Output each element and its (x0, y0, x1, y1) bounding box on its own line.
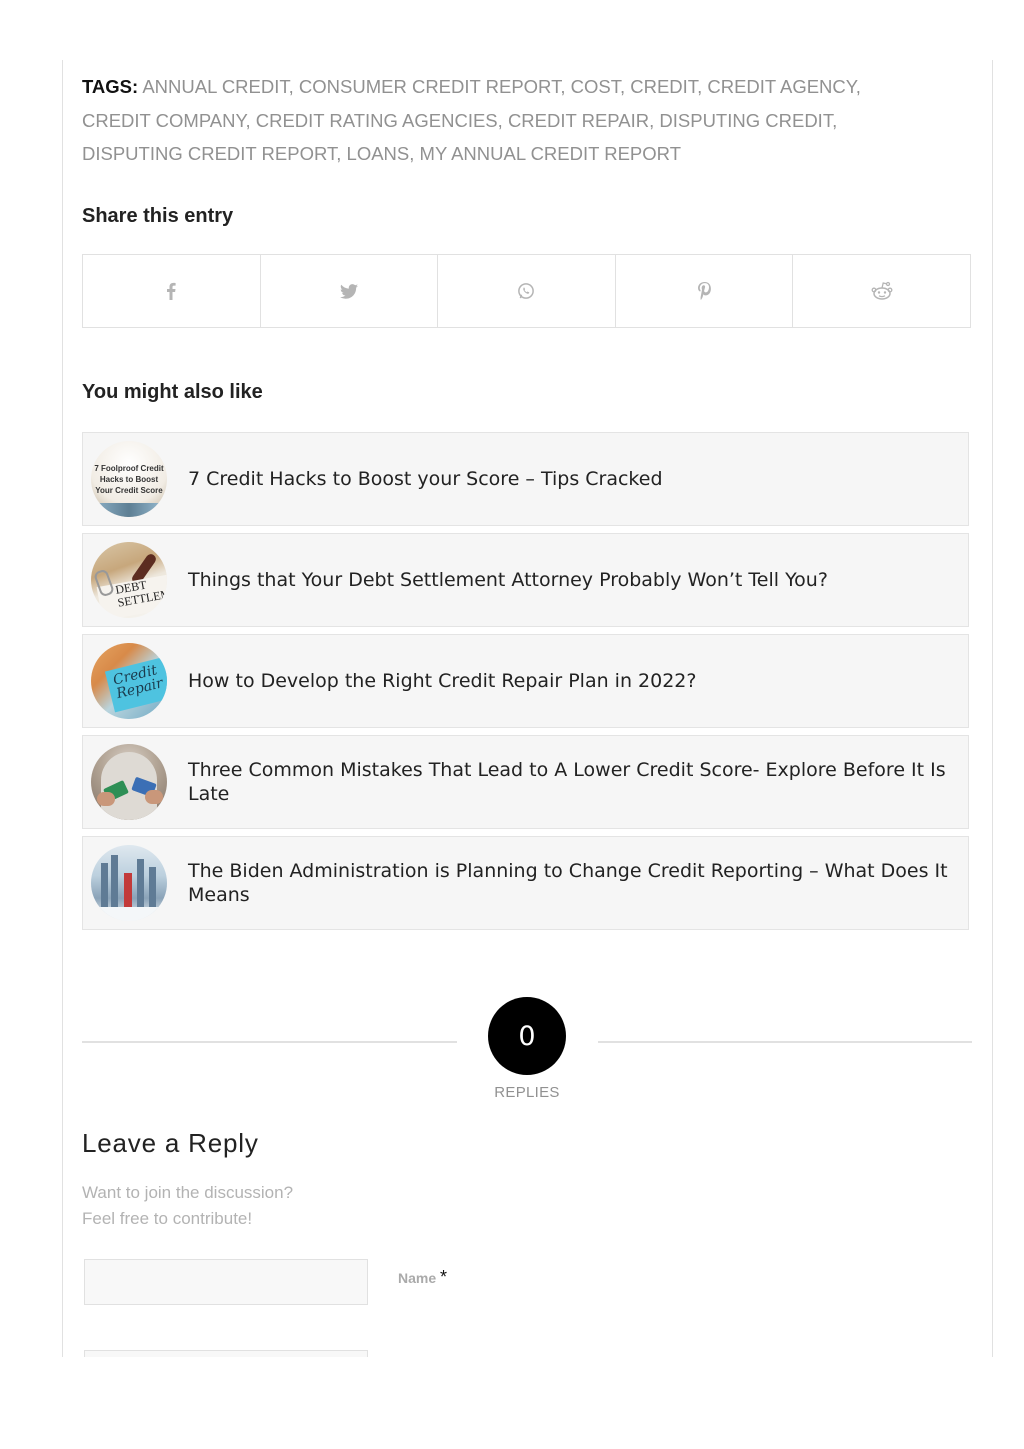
tag-link[interactable]: CREDIT AGENCY (707, 76, 855, 97)
tag-link[interactable]: LOANS (347, 143, 410, 164)
thumbnail-caption: Credit Repair (104, 655, 167, 713)
related-post-title[interactable]: Things that Your Debt Settlement Attorne… (188, 568, 950, 592)
tag-separator: , (497, 109, 503, 131)
share-heading: Share this entry (82, 205, 234, 227)
replies-label: REPLIES (494, 1084, 560, 1101)
name-input[interactable] (84, 1259, 368, 1305)
tag-separator: , (832, 109, 838, 131)
reply-subtitle-line: Feel free to contribute! (82, 1209, 253, 1228)
tag-link[interactable]: CREDIT RATING AGENCIES (256, 110, 498, 131)
share-whatsapp-button[interactable] (438, 255, 616, 327)
related-post-item[interactable]: The Biden Administration is Planning to … (82, 836, 969, 930)
leave-reply-title: Leave a Reply (82, 1128, 259, 1158)
related-post-title[interactable]: Three Common Mistakes That Lead to A Low… (188, 758, 950, 806)
tag-separator: , (649, 109, 655, 131)
related-post-item[interactable]: Three Common Mistakes That Lead to A Low… (82, 735, 969, 829)
related-post-item[interactable]: 7 Foolproof Credit Hacks to Boost Your C… (82, 432, 969, 526)
tag-separator: , (697, 76, 703, 97)
tag-link[interactable]: CREDIT COMPANY (82, 110, 245, 131)
tag-separator: , (855, 76, 861, 97)
tag-separator: , (409, 143, 415, 164)
related-post-title[interactable]: 7 Credit Hacks to Boost your Score – Tip… (188, 467, 950, 491)
divider-right (598, 1041, 972, 1043)
tag-separator: , (245, 109, 251, 131)
related-post-thumbnail (91, 744, 167, 820)
whatsapp-icon (517, 282, 535, 300)
tag-link[interactable]: DISPUTING CREDIT (659, 110, 832, 131)
share-facebook-button[interactable] (83, 255, 261, 327)
tag-separator: , (288, 76, 294, 97)
related-post-thumbnail (91, 845, 167, 921)
related-posts: 7 Foolproof Credit Hacks to Boost Your C… (82, 432, 969, 937)
required-asterisk: * (440, 1267, 448, 1287)
tag-separator: , (560, 76, 566, 97)
reply-subtitle: Want to join the discussion? Feel free t… (82, 1180, 293, 1232)
thumbnail-caption: 7 Foolproof Credit Hacks to Boost Your C… (94, 464, 164, 495)
tag-link[interactable]: CONSUMER CREDIT REPORT (299, 76, 560, 97)
share-twitter-button[interactable] (261, 255, 439, 327)
email-input[interactable] (84, 1350, 368, 1357)
reddit-icon (871, 281, 893, 301)
related-post-item[interactable]: Credit Repair How to Develop the Right C… (82, 634, 969, 728)
tag-link[interactable]: ANNUAL CREDIT (142, 76, 288, 97)
reply-count-badge: 0 (488, 997, 566, 1075)
related-post-title[interactable]: The Biden Administration is Planning to … (188, 859, 950, 907)
related-post-item[interactable]: DEBT SETTLEMENT Things that Your Debt Se… (82, 533, 969, 627)
related-post-thumbnail: 7 Foolproof Credit Hacks to Boost Your C… (91, 441, 167, 517)
name-label-text: Name (398, 1270, 437, 1286)
related-heading: You might also like (82, 381, 263, 403)
tag-link[interactable]: DISPUTING CREDIT REPORT (82, 143, 336, 164)
tag-link[interactable]: CREDIT (630, 76, 697, 97)
share-reddit-button[interactable] (793, 255, 970, 327)
post-tags: TAGS: ANNUAL CREDIT, CONSUMER CREDIT REP… (82, 70, 932, 171)
facebook-icon (166, 282, 176, 300)
twitter-icon (339, 283, 358, 299)
tag-list: ANNUAL CREDIT, CONSUMER CREDIT REPORT, C… (82, 76, 861, 164)
tag-separator: , (336, 143, 342, 164)
tag-link[interactable]: CREDIT REPAIR (508, 110, 649, 131)
related-post-thumbnail: Credit Repair (91, 643, 167, 719)
tag-link[interactable]: MY ANNUAL CREDIT REPORT (420, 143, 681, 164)
tag-separator: , (619, 76, 626, 97)
post-content: TAGS: ANNUAL CREDIT, CONSUMER CREDIT REP… (62, 60, 993, 1357)
related-post-thumbnail: DEBT SETTLEMENT (91, 542, 167, 618)
pinterest-icon (697, 282, 711, 300)
share-pinterest-button[interactable] (616, 255, 794, 327)
reply-subtitle-line: Want to join the discussion? (82, 1183, 294, 1202)
tag-link[interactable]: COST (571, 76, 620, 97)
share-bar (82, 254, 971, 328)
name-field-label: Name * (398, 1267, 447, 1288)
tags-label: TAGS: (82, 76, 139, 97)
divider-left (82, 1041, 457, 1043)
related-post-title[interactable]: How to Develop the Right Credit Repair P… (188, 669, 950, 693)
